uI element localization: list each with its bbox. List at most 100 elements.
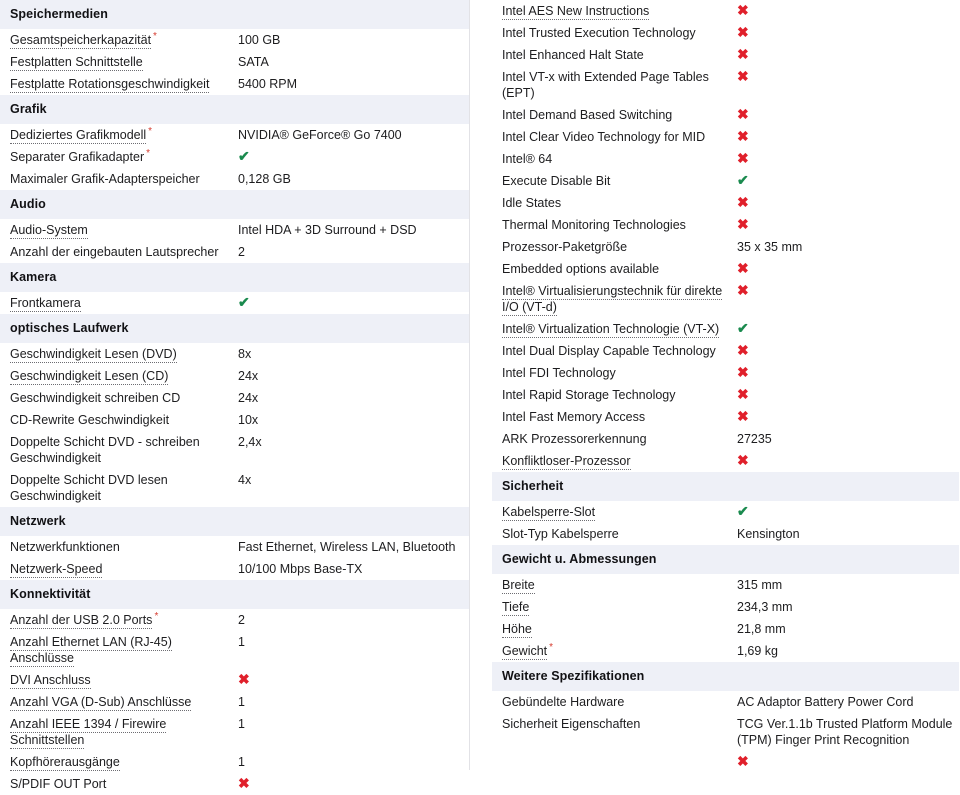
- spec-section-title: Grafik: [0, 95, 470, 124]
- spec-label: Intel FDI Technology: [502, 366, 616, 380]
- spec-label: Netzwerkfunktionen: [10, 540, 120, 554]
- spec-row: CD-Rewrite Geschwindigkeit 10x: [0, 409, 470, 431]
- spec-label-with-tooltip[interactable]: Anzahl der USB 2.0 Ports: [10, 613, 153, 629]
- spec-label-with-tooltip[interactable]: Netzwerk-Speed: [10, 562, 103, 578]
- spec-value-cell: 10x: [238, 409, 470, 431]
- spec-label-with-tooltip[interactable]: Gewicht: [502, 644, 548, 660]
- spec-value-text: 100 GB: [238, 33, 281, 47]
- spec-row: Anzahl VGA (D-Sub) Anschlüsse 1: [0, 691, 470, 713]
- spec-value-text: 24x: [238, 391, 259, 405]
- spec-row: Anzahl der USB 2.0 Ports * 2: [0, 609, 470, 631]
- spec-row: Gesamtspeicherkapazität * 100 GB: [0, 29, 470, 51]
- spec-value-cell: 5400 RPM: [238, 73, 470, 95]
- spec-label-with-tooltip[interactable]: Gesamtspeicherkapazität: [10, 33, 152, 49]
- spec-value-cell: 1: [238, 691, 470, 713]
- spec-value-cell: ✖: [737, 148, 959, 170]
- required-asterisk-icon: *: [153, 30, 157, 42]
- spec-label: Intel Clear Video Technology for MID: [502, 130, 706, 144]
- spec-label-cell: Geschwindigkeit schreiben CD: [0, 387, 238, 409]
- check-icon: ✔: [238, 294, 250, 310]
- spec-row: Geschwindigkeit schreiben CD 24x: [0, 387, 470, 409]
- spec-row: Sicherheit Eigenschaften TCG Ver.1.1b Tru…: [492, 713, 959, 751]
- spec-label-with-tooltip[interactable]: Tiefe: [502, 600, 530, 616]
- spec-label-cell: Audio-System: [0, 219, 238, 241]
- spec-row: Maximaler Grafik-Adapterspeicher 0,128 GB: [0, 168, 470, 190]
- spec-label-with-tooltip[interactable]: Kabelsperre-Slot: [502, 505, 596, 521]
- spec-row: Prozessor-Paketgröße 35 x 35 mm: [492, 236, 959, 258]
- spec-label-with-tooltip[interactable]: Intel® Virtualisierungstechnik für direk…: [502, 284, 723, 316]
- spec-value-cell: 4x: [238, 469, 470, 507]
- spec-value-cell: ✖: [737, 406, 959, 428]
- spec-value-cell: ✖: [737, 340, 959, 362]
- spec-label: Embedded options available: [502, 262, 660, 276]
- spec-value-text: 2: [238, 613, 245, 627]
- spec-label-with-tooltip[interactable]: Breite: [502, 578, 535, 594]
- spec-label-cell: Höhe: [492, 618, 737, 640]
- spec-label: Intel Enhanced Halt State: [502, 48, 644, 62]
- spec-label: Doppelte Schicht DVD lesen Geschwindigke…: [10, 473, 168, 503]
- spec-label-with-tooltip[interactable]: Frontkamera: [10, 296, 81, 312]
- spec-value-cell: ✖: [737, 450, 959, 472]
- spec-value-text: 2,4x: [238, 435, 262, 449]
- spec-label-with-tooltip[interactable]: Geschwindigkeit Lesen (DVD): [10, 347, 177, 363]
- spec-section-title: Gewicht u. Abmessungen: [492, 545, 959, 574]
- spec-label-with-tooltip[interactable]: DVI Anschluss: [10, 673, 91, 689]
- spec-label-with-tooltip[interactable]: Geschwindigkeit Lesen (CD): [10, 369, 169, 385]
- spec-row: ARK Prozessorerkennung 27235: [492, 428, 959, 450]
- spec-label: Intel Trusted Execution Technology: [502, 26, 696, 40]
- spec-value-cell: 1: [238, 631, 470, 669]
- spec-row: Gebündelte Hardware AC Adaptor Battery Po…: [492, 691, 959, 713]
- spec-value-text: 234,3 mm: [737, 600, 793, 614]
- spec-label-with-tooltip[interactable]: Festplatte Rotationsgeschwindigkeit: [10, 77, 210, 93]
- spec-row: Anzahl IEEE 1394 / Firewire Schnittstell…: [0, 713, 470, 751]
- left-spec-column: Speichermedien Gesamtspeicherkapazität * 10…: [0, 0, 470, 795]
- spec-label-with-tooltip[interactable]: Festplatten Schnittstelle: [10, 55, 143, 71]
- spec-label-cell: Kabelsperre-Slot: [492, 501, 737, 523]
- spec-value-cell: 100 GB: [238, 29, 470, 51]
- spec-row: Intel® Virtualisierungstechnik für direk…: [492, 280, 959, 318]
- spec-value-cell: 8x: [238, 343, 470, 365]
- spec-label-with-tooltip[interactable]: Anzahl Ethernet LAN (RJ-45) Anschlüsse: [10, 635, 172, 667]
- spec-row: Intel Fast Memory Access ✖: [492, 406, 959, 428]
- spec-value-cell: 10/100 Mbps Base-TX: [238, 558, 470, 580]
- spec-row: Audio-System Intel HDA + 3D Surround + DS…: [0, 219, 470, 241]
- cross-icon: ✖: [737, 46, 749, 62]
- spec-value-cell: ✖: [737, 214, 959, 236]
- spec-label-with-tooltip[interactable]: Dediziertes Grafikmodell: [10, 128, 147, 144]
- spec-value-cell: 315 mm: [737, 574, 959, 596]
- spec-value-text: 2: [238, 245, 245, 259]
- spec-label-with-tooltip[interactable]: Intel® Virtualization Technologie (VT-X): [502, 322, 720, 338]
- spec-row: Intel Clear Video Technology for MID ✖: [492, 126, 959, 148]
- spec-label: Intel Dual Display Capable Technology: [502, 344, 716, 358]
- spec-value-text: 4x: [238, 473, 252, 487]
- spec-label-with-tooltip[interactable]: Konfliktloser-Prozessor: [502, 454, 631, 470]
- spec-value-text: 10x: [238, 413, 259, 427]
- spec-value-text: TCG Ver.1.1b Trusted Platform Module (TP…: [737, 717, 953, 747]
- spec-label-with-tooltip[interactable]: Audio-System: [10, 223, 88, 239]
- spec-value-text: Fast Ethernet, Wireless LAN, Bluetooth: [238, 540, 456, 554]
- spec-label: Doppelte Schicht DVD - schreiben Geschwi…: [10, 435, 200, 465]
- spec-section-title: Konnektivität: [0, 580, 470, 609]
- spec-section-title: Speichermedien: [0, 0, 470, 29]
- spec-row: Geschwindigkeit Lesen (DVD) 8x: [0, 343, 470, 365]
- spec-value-cell: 1: [238, 751, 470, 773]
- spec-label-with-tooltip[interactable]: Intel AES New Instructions: [502, 4, 650, 20]
- spec-row: S/PDIF OUT Port ✖: [0, 773, 470, 795]
- spec-label: Intel VT-x with Extended Page Tables (EP…: [502, 70, 709, 100]
- spec-label-with-tooltip[interactable]: Anzahl VGA (D-Sub) Anschlüsse: [10, 695, 192, 711]
- spec-label-with-tooltip[interactable]: Kopfhörerausgänge: [10, 755, 120, 771]
- spec-label-cell: Prozessor-Paketgröße: [492, 236, 737, 258]
- cross-icon: ✖: [737, 150, 749, 166]
- spec-value-text: Intel HDA + 3D Surround + DSD: [238, 223, 417, 237]
- spec-label-cell: ARK Prozessorerkennung: [492, 428, 737, 450]
- spec-label-with-tooltip[interactable]: Höhe: [502, 622, 532, 638]
- spec-label-cell: Execute Disable Bit: [492, 170, 737, 192]
- required-asterisk-icon: *: [146, 147, 151, 159]
- spec-row: Doppelte Schicht DVD lesen Geschwindigke…: [0, 469, 470, 507]
- specification-sheet: Speichermedien Gesamtspeicherkapazität * 10…: [0, 0, 960, 795]
- spec-label-with-tooltip[interactable]: Anzahl IEEE 1394 / Firewire Schnittstell…: [10, 717, 167, 749]
- check-icon: ✔: [737, 172, 749, 188]
- spec-row: Netzwerk-Speed 10/100 Mbps Base-TX: [0, 558, 470, 580]
- required-asterisk-icon: *: [154, 610, 159, 622]
- spec-row: Intel Rapid Storage Technology ✖: [492, 384, 959, 406]
